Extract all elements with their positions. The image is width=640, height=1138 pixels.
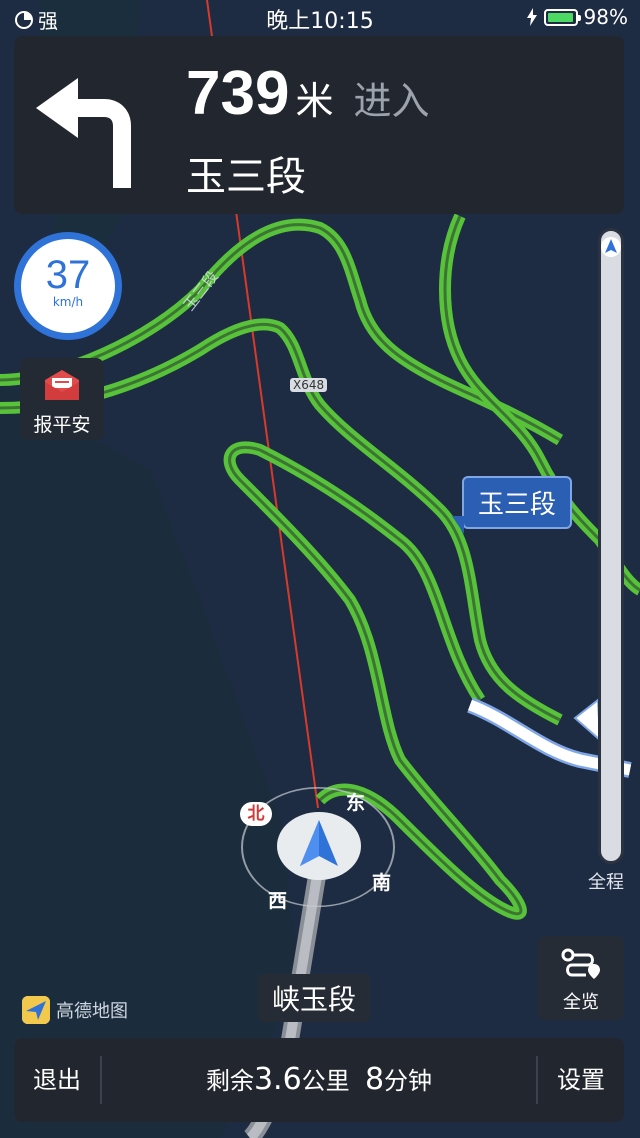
remain-prefix: 剩余 xyxy=(205,1067,254,1095)
progress-position-icon xyxy=(601,237,621,257)
guidance-panel[interactable]: 739 米 进入 玉三段 xyxy=(14,36,624,214)
route-overview-icon xyxy=(561,948,600,979)
progress-label: 全程 xyxy=(588,872,624,893)
report-safe-label: 报平安 xyxy=(33,414,91,436)
car-position-icon xyxy=(277,812,361,880)
report-safe-button[interactable]: 报平安 xyxy=(20,358,104,440)
compass-west: 西 xyxy=(268,890,288,912)
divider xyxy=(100,1056,102,1104)
remain-distance: 3.6 xyxy=(253,1062,302,1097)
remain-distance-unit: 公里 xyxy=(301,1067,350,1095)
remain-time-unit: 分钟 xyxy=(384,1067,433,1095)
remain-time: 8 xyxy=(364,1062,385,1097)
charging-icon xyxy=(526,8,537,26)
overview-label: 全览 xyxy=(563,992,599,1013)
battery-percent: 98% xyxy=(583,5,628,29)
guidance-action: 进入 xyxy=(353,79,430,123)
current-road-label: 峡玉段 xyxy=(258,974,371,1022)
road-callout-tail xyxy=(452,516,464,534)
next-road-name: 玉三段 xyxy=(186,154,306,200)
road-callout: 玉三段 xyxy=(462,476,573,529)
guidance-distance: 739 米 进入 xyxy=(186,58,429,129)
status-bar: 强 晚上10:15 98% xyxy=(0,0,640,34)
speed-unit: km/h xyxy=(52,295,84,309)
remaining-summary: 剩余3.6公里 8分钟 xyxy=(104,1038,534,1122)
speed-value: 37 xyxy=(45,253,91,297)
battery-fill xyxy=(547,12,573,22)
overview-button[interactable]: 全览 xyxy=(538,936,624,1020)
amap-logo: 高德地图 xyxy=(22,996,128,1024)
road-label-x648: X648 xyxy=(290,378,328,392)
envelope-icon xyxy=(45,370,79,400)
battery-indicator: 98% xyxy=(526,5,628,29)
amap-logo-icon xyxy=(22,996,50,1024)
compass-north: 北 xyxy=(240,802,272,826)
distance-unit: 米 xyxy=(295,79,334,123)
distance-value: 739 xyxy=(186,59,290,128)
compass-south: 南 xyxy=(372,872,392,894)
amap-logo-text: 高德地图 xyxy=(56,1001,128,1022)
speed-indicator: 37 km/h xyxy=(14,232,122,340)
bottom-bar: 退出 剩余3.6公里 8分钟 设置 xyxy=(14,1038,624,1122)
battery-icon xyxy=(543,8,581,26)
route-progress-bar xyxy=(598,228,624,864)
turn-left-icon xyxy=(14,36,169,214)
exit-button[interactable]: 退出 xyxy=(14,1038,100,1122)
settings-button[interactable]: 设置 xyxy=(538,1038,624,1122)
